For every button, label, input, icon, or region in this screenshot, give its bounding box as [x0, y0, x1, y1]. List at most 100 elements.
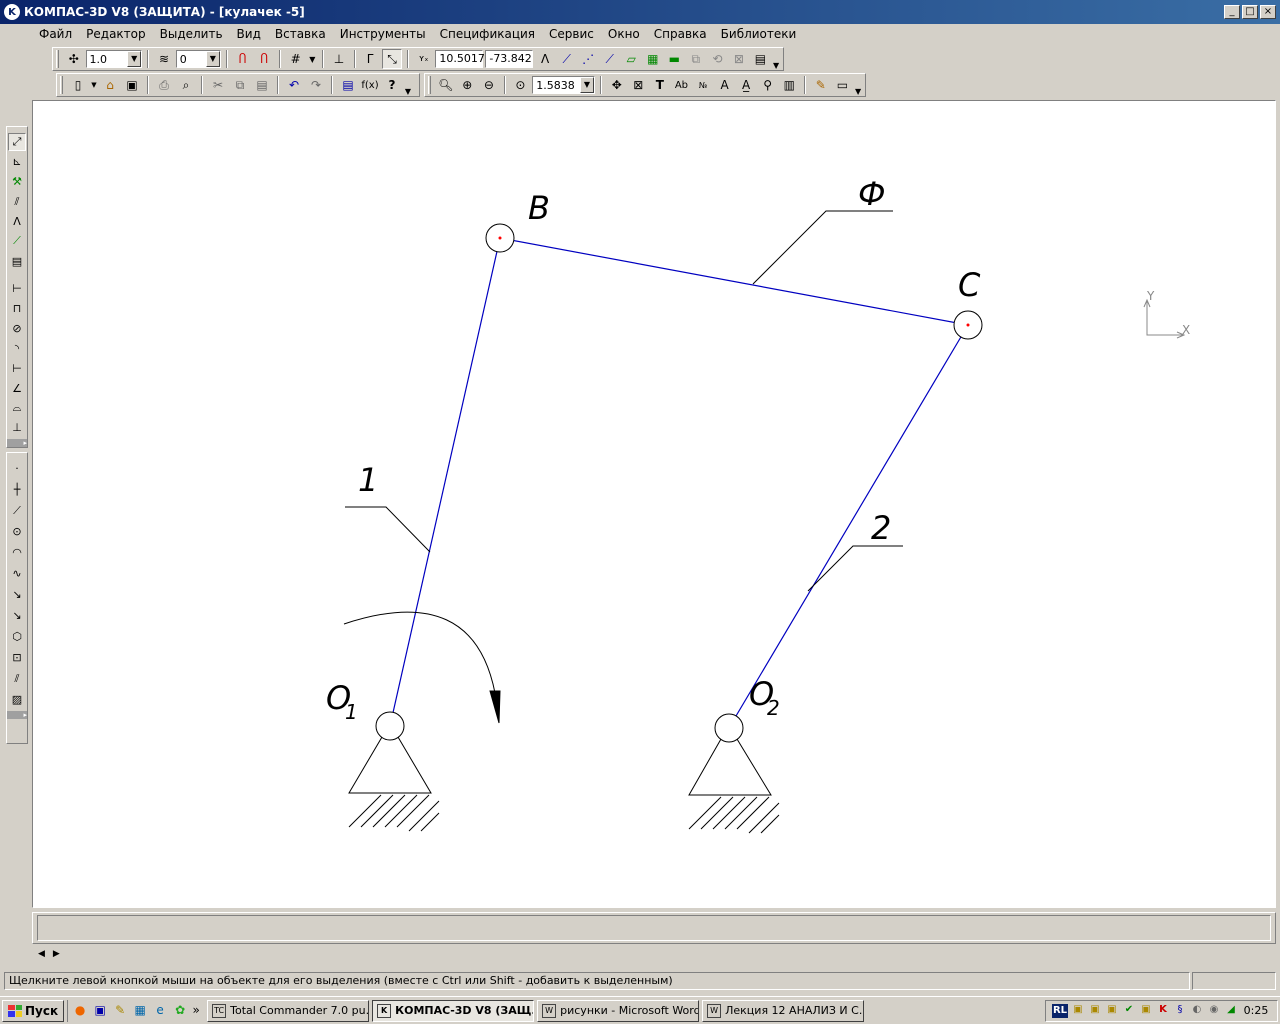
nav-left-icon[interactable]: ◀ [38, 949, 45, 959]
copy-icon[interactable]: ⧉ [230, 75, 250, 95]
measure-icon[interactable]: ⟋ [8, 233, 26, 251]
chevron-down-icon[interactable]: ▼ [579, 77, 594, 93]
brush-icon[interactable]: ✎ [811, 75, 831, 95]
menu-view[interactable]: Вид [230, 27, 268, 41]
chevron-down-icon[interactable]: ▼ [205, 51, 220, 67]
chevron-down-icon[interactable]: ▼ [90, 75, 98, 95]
paste-icon[interactable]: ▤ [252, 75, 272, 95]
contour-icon[interactable]: ⊡ [8, 648, 26, 667]
table-icon[interactable]: ▥ [779, 75, 799, 95]
menu-libraries[interactable]: Библиотеки [714, 27, 804, 41]
numbering-icon[interactable]: № [693, 75, 713, 95]
kompas-app-icon[interactable]: K [4, 4, 20, 20]
chamfer-icon[interactable]: ↘ [8, 606, 26, 625]
expand-icon[interactable]: ▸ [7, 438, 27, 447]
zoom-scale-icon[interactable]: ⊙ [511, 75, 531, 95]
menu-insert[interactable]: Вставка [268, 27, 333, 41]
cut-icon[interactable]: ✂ [208, 75, 228, 95]
base-line-icon[interactable]: ⊢ [8, 359, 26, 377]
cursor-step-icon[interactable]: ✣ [64, 49, 84, 69]
task-total-commander[interactable]: TC Total Commander 7.0 pu... [207, 999, 370, 1022]
toolbar-grip[interactable] [56, 50, 59, 68]
parametric-mode-icon[interactable]: ⤡ [382, 49, 402, 69]
icq-flower-icon[interactable]: ✿ [172, 1003, 188, 1019]
help-pointer-icon[interactable]: ? [382, 75, 402, 95]
size-icon[interactable]: ⊓ [8, 300, 26, 318]
font-icon[interactable]: A [715, 75, 735, 95]
curve-icon[interactable]: Λ [535, 49, 555, 69]
manager-icon[interactable]: ▤ [338, 75, 358, 95]
print-icon[interactable]: ⎙ [154, 75, 174, 95]
minimize-button[interactable]: _ [1224, 5, 1240, 19]
point-icon[interactable]: · [8, 459, 26, 478]
tray-icon-1[interactable]: ▣ [1071, 1004, 1085, 1018]
spline-tool-icon[interactable]: ∿ [8, 564, 26, 583]
show-all-icon[interactable]: ⊠ [629, 75, 649, 95]
underline-text-icon[interactable]: A̲ [736, 75, 756, 95]
clock[interactable]: 0:25 [1241, 1004, 1271, 1018]
menu-help[interactable]: Справка [647, 27, 714, 41]
ie-icon[interactable]: e [152, 1003, 168, 1019]
antivirus-icon[interactable]: K [1156, 1004, 1170, 1018]
aux-line-icon[interactable]: ┼ [8, 480, 26, 499]
geometry-icon[interactable]: ⤢ [8, 133, 26, 151]
zoom-in-icon[interactable]: ⊕ [458, 75, 478, 95]
coord-y-field[interactable]: -73.842 [485, 50, 534, 68]
menu-specification[interactable]: Спецификация [433, 27, 542, 41]
link-phi-b-c[interactable] [499, 237, 969, 326]
open-folder-icon[interactable]: ⌂ [100, 75, 120, 95]
snap-magnet-icon[interactable]: Ⴖ [233, 49, 253, 69]
tray-icon-6[interactable]: ◉ [1207, 1004, 1221, 1018]
toolbar-grip[interactable] [428, 76, 431, 94]
quick-more-icon[interactable]: » [192, 1003, 200, 1019]
task-word-risunki[interactable]: W рисунки - Microsoft Word [537, 999, 700, 1022]
joint-o2[interactable] [714, 713, 744, 743]
screen-icon[interactable]: ▭ [833, 75, 853, 95]
save-icon[interactable]: ▣ [122, 75, 142, 95]
link-2-c-o2[interactable] [735, 324, 969, 717]
hatch-icon[interactable]: ⊠ [729, 49, 749, 69]
linear-dimension-icon[interactable]: ⊢ [8, 280, 26, 298]
pencil-icon[interactable]: ✎ [112, 1003, 128, 1019]
zoom-window-icon[interactable]: 🔍︎ [436, 75, 456, 95]
chevron-down-icon[interactable]: ▼ [127, 51, 142, 67]
symbols-icon[interactable]: ⚒ [8, 173, 26, 191]
toolbar-grip[interactable] [60, 76, 63, 94]
new-document-icon[interactable]: ▯ [68, 75, 88, 95]
layers-icon[interactable]: ≋ [154, 49, 174, 69]
tray-icon-4[interactable]: ✔ [1122, 1004, 1136, 1018]
frame-icon[interactable]: ▱ [621, 49, 641, 69]
leader-icon[interactable]: ⚲ [758, 75, 778, 95]
grid-icon[interactable]: # [286, 49, 306, 69]
height-mark-icon[interactable]: ⊥ [8, 419, 26, 437]
pan-icon[interactable]: ✥ [607, 75, 627, 95]
tray-icon-2[interactable]: ▣ [1088, 1004, 1102, 1018]
menu-service[interactable]: Сервис [542, 27, 601, 41]
dashed-line-icon[interactable]: ⋰ [578, 49, 598, 69]
ortho-mode-icon[interactable]: Г [361, 49, 381, 69]
joint-o1[interactable] [375, 711, 405, 741]
toolbar-more-icon[interactable]: ▼ [772, 49, 780, 70]
parametrization-icon[interactable]: Ʌ [8, 213, 26, 231]
menu-file[interactable]: Файл [32, 27, 79, 41]
undo-icon[interactable]: ↶ [284, 75, 304, 95]
tray-icon-5[interactable]: ▣ [1139, 1004, 1153, 1018]
layer-combo[interactable]: 0 ▼ [175, 50, 221, 68]
select-area-icon[interactable]: ▦ [643, 49, 663, 69]
text-style-icon[interactable]: Ab [672, 75, 692, 95]
step-combo[interactable]: 1.0 ▼ [85, 50, 143, 68]
expand-icon[interactable]: ▸ [7, 711, 27, 719]
angle-dimension-icon[interactable]: ∠ [8, 379, 26, 397]
line-tool-icon[interactable]: ⟋ [557, 49, 577, 69]
firefox-icon[interactable]: ● [72, 1003, 88, 1019]
floppy-icon[interactable]: ▣ [92, 1003, 108, 1019]
zoom-out-icon[interactable]: ⊖ [479, 75, 499, 95]
equidistant-icon[interactable]: ⫽ [8, 669, 26, 688]
tray-icon-3[interactable]: ▣ [1105, 1004, 1119, 1018]
polygon-icon[interactable]: ⬡ [8, 627, 26, 646]
text-tool-icon[interactable]: T [650, 75, 670, 95]
link-1-o1-b[interactable] [389, 237, 501, 727]
rebuild-icon[interactable]: ⟲ [708, 49, 728, 69]
redo-icon[interactable]: ↷ [306, 75, 326, 95]
arc-tool-icon[interactable]: ◠ [8, 543, 26, 562]
